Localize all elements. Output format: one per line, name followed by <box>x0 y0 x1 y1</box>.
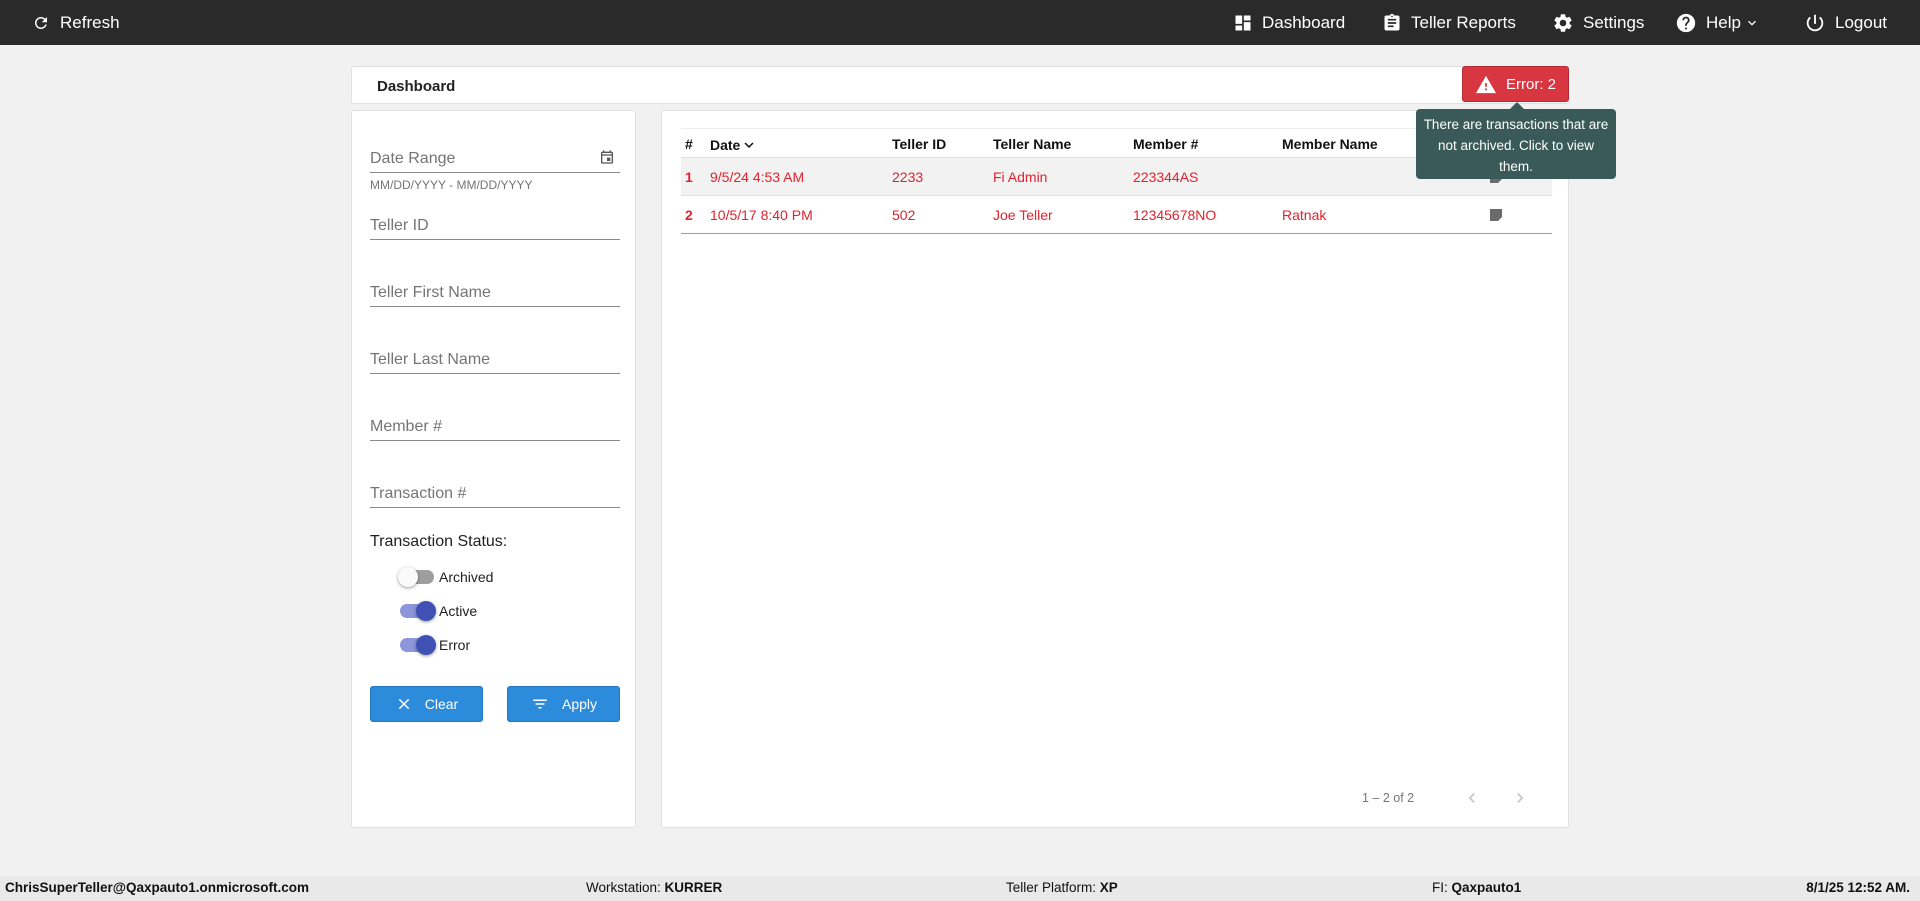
archived-toggle-label: Archived <box>439 569 494 585</box>
filter-panel: Date Range MM/DD/YYYY - MM/DD/YYYY Telle… <box>351 110 636 828</box>
teller-first-name-placeholder: Teller First Name <box>370 284 491 301</box>
paginator-range: 1 – 2 of 2 <box>1362 791 1415 805</box>
nav-logout[interactable]: Logout <box>1804 12 1887 34</box>
footer-platform-value: XP <box>1099 880 1118 895</box>
transaction-number-placeholder: Transaction # <box>370 485 467 502</box>
footer-platform-label: Teller Platform: <box>1006 880 1097 895</box>
table-row[interactable]: 2 10/5/17 8:40 PM 502 Joe Teller 1234567… <box>681 196 1552 234</box>
footer-fi-label: FI: <box>1432 880 1448 895</box>
nav-help-label: Help <box>1706 12 1741 32</box>
row-teller-id: 502 <box>892 207 916 223</box>
member-number-field[interactable]: Member # <box>370 415 620 441</box>
nav-settings-label: Settings <box>1583 12 1645 32</box>
row-member-number: 12345678NO <box>1133 207 1217 223</box>
footer-fi: FI: Qaxpauto1 <box>1432 880 1521 895</box>
refresh-label: Refresh <box>60 12 120 32</box>
col-date[interactable]: Date <box>710 136 758 154</box>
active-toggle[interactable]: Active <box>400 601 478 621</box>
dashboard-icon <box>1235 15 1251 30</box>
page-title: Dashboard <box>377 78 456 95</box>
row-date: 9/5/24 4:53 AM <box>710 169 805 185</box>
active-switch[interactable] <box>400 601 436 621</box>
teller-id-field[interactable]: Teller ID <box>370 214 620 240</box>
chevron-right-icon <box>1517 793 1524 803</box>
gear-icon <box>1554 13 1572 32</box>
calendar-icon[interactable] <box>599 149 615 165</box>
row-member-name: Ratnak <box>1282 207 1327 223</box>
error-toggle-label: Error <box>439 637 471 653</box>
footer-workstation: Workstation: KURRER <box>586 880 722 895</box>
col-index: # <box>685 136 693 152</box>
col-member-name[interactable]: Member Name <box>1282 136 1378 152</box>
col-teller-name[interactable]: Teller Name <box>993 136 1071 152</box>
nav-help[interactable]: Help <box>1675 12 1760 34</box>
nav-teller-reports-label: Teller Reports <box>1411 12 1516 32</box>
dashboard-header: Dashboard <box>351 66 1569 104</box>
row-index: 2 <box>685 207 693 223</box>
warning-icon <box>1475 75 1496 94</box>
top-bar: Refresh Dashboard Teller Reports Setting… <box>0 0 1920 45</box>
close-icon <box>398 698 410 710</box>
error-toggle[interactable]: Error <box>400 635 471 655</box>
row-date: 10/5/17 8:40 PM <box>710 207 813 223</box>
row-teller-name: Joe Teller <box>993 207 1053 223</box>
error-switch[interactable] <box>400 635 436 655</box>
footer-platform: Teller Platform: XP <box>1006 880 1118 895</box>
apply-button-label: Apply <box>561 696 598 712</box>
footer-workstation-label: Workstation: <box>586 880 661 895</box>
footer-fi-value: Qaxpauto1 <box>1451 880 1522 895</box>
row-index: 1 <box>685 169 693 185</box>
row-member-number: 223344AS <box>1133 169 1199 185</box>
power-icon <box>1806 14 1824 31</box>
teller-last-name-field[interactable]: Teller Last Name <box>370 348 620 374</box>
active-toggle-label: Active <box>439 603 478 619</box>
status-footer: ChrisSuperTeller@Qaxpauto1.onmicrosoft.c… <box>0 876 1920 901</box>
clear-button-label: Clear <box>424 696 459 712</box>
row-teller-id: 2233 <box>892 169 924 185</box>
note-icon[interactable] <box>1488 207 1504 223</box>
teller-last-name-placeholder: Teller Last Name <box>370 351 491 368</box>
next-page-button[interactable] <box>1505 783 1535 813</box>
col-teller-id[interactable]: Teller ID <box>892 136 946 152</box>
filter-icon <box>533 699 547 709</box>
nav-teller-reports[interactable]: Teller Reports <box>1382 13 1516 33</box>
chevron-down-icon <box>1747 20 1756 26</box>
previous-page-button[interactable] <box>1457 783 1487 813</box>
nav-dashboard-label: Dashboard <box>1262 12 1346 32</box>
chevron-left-icon <box>1468 793 1475 803</box>
col-member-number[interactable]: Member # <box>1133 136 1198 152</box>
archived-toggle[interactable]: Archived <box>398 567 494 587</box>
col-date-label: Date <box>710 137 741 153</box>
date-range-hint: MM/DD/YYYY - MM/DD/YYYY <box>370 178 533 192</box>
transaction-status-label: Transaction Status: <box>370 533 508 550</box>
teller-first-name-field[interactable]: Teller First Name <box>370 281 620 307</box>
clear-button[interactable]: Clear <box>370 686 483 722</box>
nav-dashboard[interactable]: Dashboard <box>1233 13 1345 33</box>
teller-id-placeholder: Teller ID <box>370 217 429 234</box>
clipboard-icon <box>1384 13 1400 31</box>
refresh-icon <box>34 16 47 29</box>
transaction-number-field[interactable]: Transaction # <box>370 482 620 508</box>
help-icon <box>1676 13 1696 32</box>
error-badge-button[interactable]: Error: 2 <box>1462 66 1569 102</box>
footer-workstation-value: KURRER <box>664 880 723 895</box>
refresh-button[interactable]: Refresh <box>32 0 120 45</box>
date-range-field[interactable]: Date Range <box>370 147 620 173</box>
footer-user: ChrisSuperTeller@Qaxpauto1.onmicrosoft.c… <box>5 880 309 895</box>
error-tooltip: There are transactions that are not arch… <box>1416 102 1616 179</box>
row-teller-name: Fi Admin <box>993 169 1048 185</box>
apply-button[interactable]: Apply <box>507 686 620 722</box>
date-range-placeholder: Date Range <box>370 150 456 167</box>
transactions-panel: # Date Teller ID Teller Name Member # Me… <box>661 110 1569 828</box>
archived-switch[interactable] <box>398 567 434 587</box>
error-badge-label: Error: 2 <box>1505 75 1556 93</box>
nav-settings[interactable]: Settings <box>1552 12 1644 34</box>
footer-datetime: 8/1/25 12:52 AM. <box>1806 880 1910 895</box>
nav-logout-label: Logout <box>1835 12 1887 32</box>
member-number-placeholder: Member # <box>370 418 443 435</box>
sort-down-icon <box>744 142 754 148</box>
